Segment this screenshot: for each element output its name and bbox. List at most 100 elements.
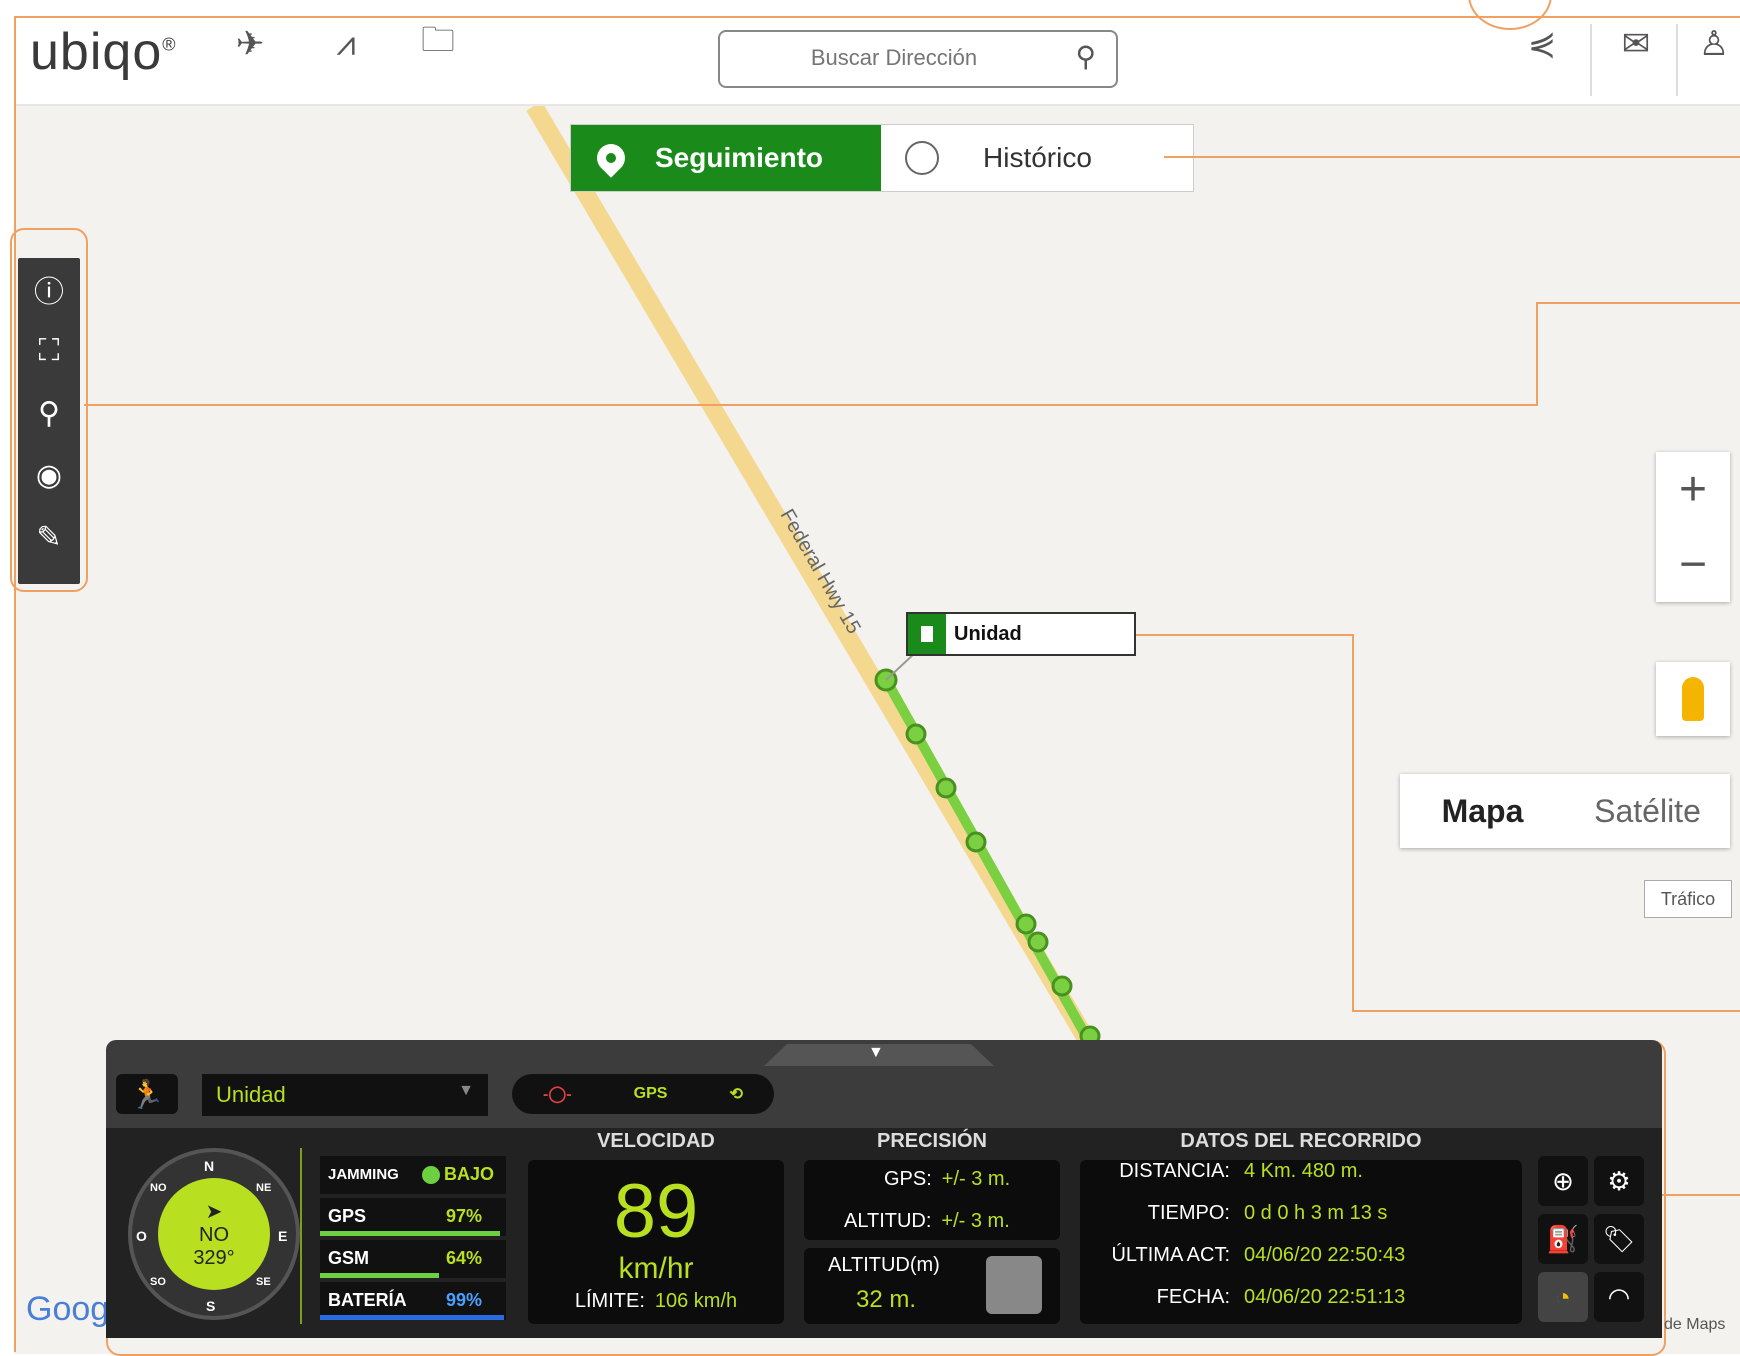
map-type-control: Mapa Satélite [1400, 774, 1730, 848]
running-man-icon[interactable]: 🏃 [116, 1074, 178, 1114]
route-point [1015, 913, 1037, 935]
precision-alt-row: ALTITUD: +/- 3 m. [844, 1210, 1010, 1233]
signal-block: JAMMING BAJO GPS 97% GSM 64% BATERÍA 99% [320, 1156, 506, 1324]
satellite-icon[interactable]: ✈ [226, 20, 274, 68]
google-logo: Goog [26, 1290, 110, 1328]
time-row: TIEMPO: 0 d 0 h 3 m 13 s [1080, 1202, 1388, 1225]
date-label: FECHA: [1156, 1286, 1230, 1308]
speed-limit: LÍMITE: 106 km/h [528, 1290, 784, 1313]
label-connector [885, 651, 917, 681]
tab-seguimiento[interactable]: Seguimiento [571, 125, 881, 191]
speed-unit: km/hr [618, 1252, 694, 1285]
altitude-box: ALTITUD(m) 32 m. [804, 1248, 1060, 1324]
status-indicators: -◯- GPS ⟲ [512, 1074, 774, 1114]
speed-value: 89 [613, 1169, 699, 1254]
unit-marker-label[interactable]: Unidad [906, 612, 1136, 656]
divider [300, 1148, 302, 1324]
annotation-line [14, 16, 16, 1352]
limit-value: 106 km/h [654, 1290, 738, 1312]
gps-value: 97% [445, 1206, 482, 1226]
jamming-value: BAJO [418, 1164, 494, 1185]
last-update-label: ÚLTIMA ACT: [1111, 1244, 1230, 1266]
road-label: Federal Hwy 15 [776, 506, 865, 638]
gsm-value: 64% [445, 1248, 482, 1268]
annotation-line [1662, 1194, 1740, 1196]
date-row: FECHA: 04/06/20 22:51:13 [1080, 1286, 1406, 1309]
radar-icon[interactable]: ◔ [1538, 1272, 1588, 1322]
unit-select-value: Unidad [216, 1082, 286, 1107]
precision-box: GPS: +/- 3 m. ALTITUD: +/- 3 m. [804, 1160, 1060, 1240]
heading-arrow-icon: ➤ [205, 1200, 223, 1223]
zoom-out-button[interactable]: − [1656, 527, 1730, 602]
altitude-header: ALTITUD(m) [828, 1254, 940, 1276]
precision-gps-value: +/- 3 m. [941, 1168, 1011, 1190]
gps-label: GPS [328, 1206, 367, 1226]
last-update-value: 04/06/20 22:50:43 [1244, 1244, 1406, 1266]
precision-alt-value: +/- 3 m. [941, 1210, 1010, 1232]
annotation-frame [10, 228, 88, 592]
chart-icon[interactable]: ⩘ [322, 20, 370, 68]
unit-select[interactable]: Unidad ▼ [202, 1074, 488, 1116]
ubiqo-logo[interactable]: ubiqo® [30, 22, 177, 82]
pegman-figure [1682, 677, 1704, 721]
annotation-line [1164, 156, 1740, 158]
mail-icon[interactable]: ✉ [1612, 20, 1660, 68]
gps-level-bar [320, 1231, 501, 1236]
route-point [905, 723, 927, 745]
distance-row: DISTANCIA: 4 Km. 480 m. [1080, 1160, 1363, 1183]
annotation-line [1352, 634, 1354, 1012]
precision-alt-label: ALTITUD: [844, 1210, 932, 1232]
search-box[interactable]: ⚲ [718, 30, 1118, 88]
compass-face: ➤ NO 329° [158, 1178, 270, 1290]
battery-level-bar [320, 1315, 505, 1320]
annotation-line [1536, 302, 1740, 304]
tab-label: Histórico [983, 142, 1092, 173]
battery-row: BATERÍA 99% [320, 1282, 506, 1320]
speedometer-icon[interactable]: ◠ [1594, 1272, 1644, 1322]
zoom-control: + − [1656, 452, 1730, 602]
street-view-pegman-icon[interactable] [1656, 662, 1730, 736]
cardinal-se: SE [256, 1276, 271, 1288]
precision-gps-row: GPS: +/- 3 m. [884, 1168, 1010, 1191]
map-type-satelite[interactable]: Satélite [1565, 774, 1730, 848]
cardinal-no: NO [150, 1182, 167, 1194]
gsm-label: GSM [328, 1248, 370, 1268]
heading-degrees: 329° [193, 1246, 235, 1269]
cardinal-so: SO [150, 1276, 166, 1288]
route-point [1051, 975, 1073, 997]
center-target-icon[interactable]: ⊕ [1538, 1156, 1588, 1206]
time-label: TIEMPO: [1147, 1202, 1230, 1224]
altitude-value: 32 m. [856, 1286, 917, 1313]
altitude-chart-button[interactable] [986, 1256, 1042, 1314]
distance-value: 4 Km. 480 m. [1244, 1160, 1363, 1182]
search-icon[interactable]: ⚲ [1075, 40, 1096, 73]
zoom-in-button[interactable]: + [1656, 452, 1730, 527]
clock-icon [905, 141, 939, 175]
tag-icon[interactable]: 🏷 [1594, 1214, 1644, 1264]
unit-name: Unidad [954, 622, 1022, 645]
mode-tabs: Seguimiento Histórico [570, 124, 1194, 192]
chevron-down-icon: ▼ [868, 1044, 884, 1061]
user-icon[interactable]: ♙ [1690, 20, 1738, 68]
map-type-mapa[interactable]: Mapa [1400, 774, 1565, 848]
traffic-toggle[interactable]: Tráfico [1644, 880, 1732, 918]
tab-historico[interactable]: Histórico [881, 125, 1193, 191]
maps-attribution[interactable]: de Maps [1664, 1316, 1725, 1334]
distance-label: DISTANCIA: [1119, 1160, 1230, 1182]
folder-icon[interactable]: 🗀 [414, 20, 462, 68]
gsm-row: GSM 64% [320, 1240, 506, 1278]
history-icon[interactable]: ⟲ [730, 1084, 743, 1104]
jamming-label: JAMMING [328, 1166, 399, 1183]
annotation-line [1134, 634, 1352, 636]
panel-collapse-handle[interactable]: ▼ [764, 1044, 994, 1066]
last-update-row: ÚLTIMA ACT: 04/06/20 22:50:43 [1080, 1244, 1405, 1267]
route-point [935, 777, 957, 799]
limit-label: LÍMITE: [574, 1290, 645, 1312]
search-input[interactable] [742, 32, 1046, 84]
fuel-icon[interactable]: ⛽ [1538, 1214, 1588, 1264]
velocidad-header: VELOCIDAD [597, 1130, 715, 1152]
precision-gps-label: GPS: [884, 1168, 932, 1190]
settings-gear-icon[interactable]: ⚙ [1594, 1156, 1644, 1206]
cardinal-o: O [136, 1228, 147, 1244]
cardinal-n: N [204, 1158, 215, 1174]
